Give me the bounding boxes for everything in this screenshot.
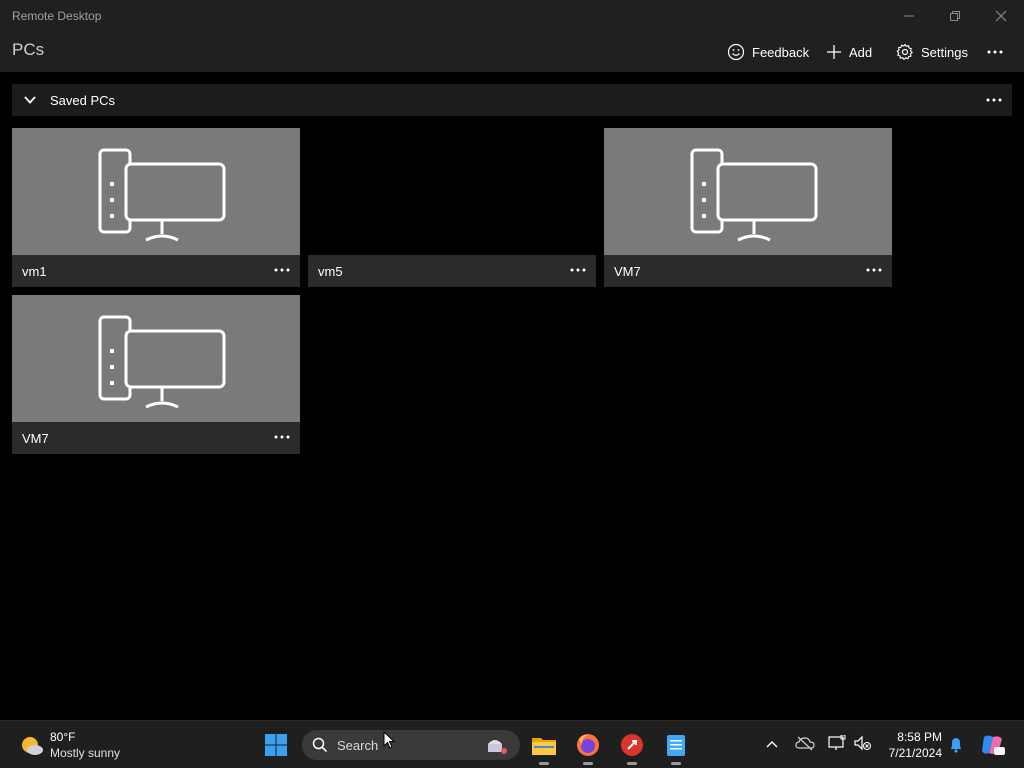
taskbar: 80°F Mostly sunny Search 8:58 PM 7/21/20… [0,720,1024,768]
settings-label: Settings [921,44,968,60]
restore-button[interactable] [932,0,978,32]
pc-tile-footer: vm5 [308,255,596,287]
running-indicator [583,762,593,765]
page-header: PCs Feedback Add Settings [0,32,1024,72]
pc-tile[interactable]: vm5 [308,128,596,287]
notepad-button[interactable] [660,729,692,765]
add-button[interactable]: Add [826,41,872,63]
pc-name: VM7 [22,431,49,446]
chevron-down-icon[interactable] [23,93,37,107]
feedback-button[interactable]: Feedback [727,41,809,63]
firefox-icon [577,734,599,756]
smiley-icon [727,43,745,61]
restore-icon [950,11,960,21]
pc-tile[interactable]: VM7 [12,295,300,454]
clock-time[interactable]: 8:58 PM [886,730,942,744]
volume-muted-icon[interactable] [854,735,872,751]
running-indicator [539,762,549,765]
weather-temperature[interactable]: 80°F [50,730,75,744]
display-icon[interactable] [828,735,846,751]
group-label: Saved PCs [50,93,116,108]
running-indicator [671,762,681,765]
minimize-button[interactable] [886,0,932,32]
minimize-icon [904,15,914,17]
more-icon [987,50,1003,54]
onedrive-offline-icon[interactable] [795,735,815,751]
pc-thumbnail[interactable] [604,128,892,255]
more-options-button[interactable] [987,41,1003,63]
search-highlight-icon [488,740,507,754]
saved-pcs-group-header[interactable]: Saved PCs [12,84,1012,116]
settings-button[interactable]: Settings [896,41,968,63]
file-explorer-button[interactable] [528,729,560,765]
pc-tile[interactable]: vm1 [12,128,300,287]
start-button[interactable] [260,729,292,761]
pc-tile-footer: VM7 [604,255,892,287]
remote-desktop-icon [621,734,643,756]
more-icon[interactable] [274,268,290,272]
copilot-icon[interactable] [980,733,1006,757]
pc-thumbnail[interactable] [12,128,300,255]
pc-thumbnail[interactable] [12,295,300,422]
firefox-button[interactable] [572,729,604,765]
pc-tile[interactable]: VM7 [604,128,892,287]
notification-bell-icon[interactable] [949,737,963,753]
running-indicator [627,762,637,765]
more-icon[interactable] [866,268,882,272]
windows-start-icon [265,734,287,756]
search-icon [312,737,328,753]
close-button[interactable] [978,0,1024,32]
desktop-computer-icon [98,315,226,409]
chevron-up-icon[interactable] [766,740,778,748]
weather-description[interactable]: Mostly sunny [50,746,120,760]
file-explorer-icon [532,738,556,755]
pc-tile-footer: VM7 [12,422,300,454]
title-bar: Remote Desktop [0,0,1024,32]
more-icon[interactable] [986,98,1002,102]
feedback-label: Feedback [752,44,810,60]
clock-date[interactable]: 7/21/2024 [884,746,942,760]
remote-desktop-button[interactable] [616,729,648,765]
mouse-cursor-icon [383,731,395,749]
add-label: Add [849,44,873,60]
gear-icon [896,43,913,60]
desktop-computer-icon [690,148,818,242]
plus-icon [827,45,841,59]
pc-name: vm1 [22,264,47,279]
taskbar-search-box[interactable]: Search [302,730,520,760]
page-title: PCs [12,40,45,59]
partly-sunny-icon[interactable] [20,734,44,758]
more-icon[interactable] [570,268,586,272]
pc-thumbnail[interactable] [308,128,596,255]
pc-name: vm5 [318,264,343,279]
notepad-icon [667,735,685,756]
more-icon[interactable] [274,435,290,439]
close-icon [995,10,1007,22]
desktop-computer-icon [98,148,226,242]
pc-tile-footer: vm1 [12,255,300,287]
app-title: Remote Desktop [12,9,102,23]
search-label: Search [337,738,379,753]
pc-name: VM7 [614,264,641,279]
